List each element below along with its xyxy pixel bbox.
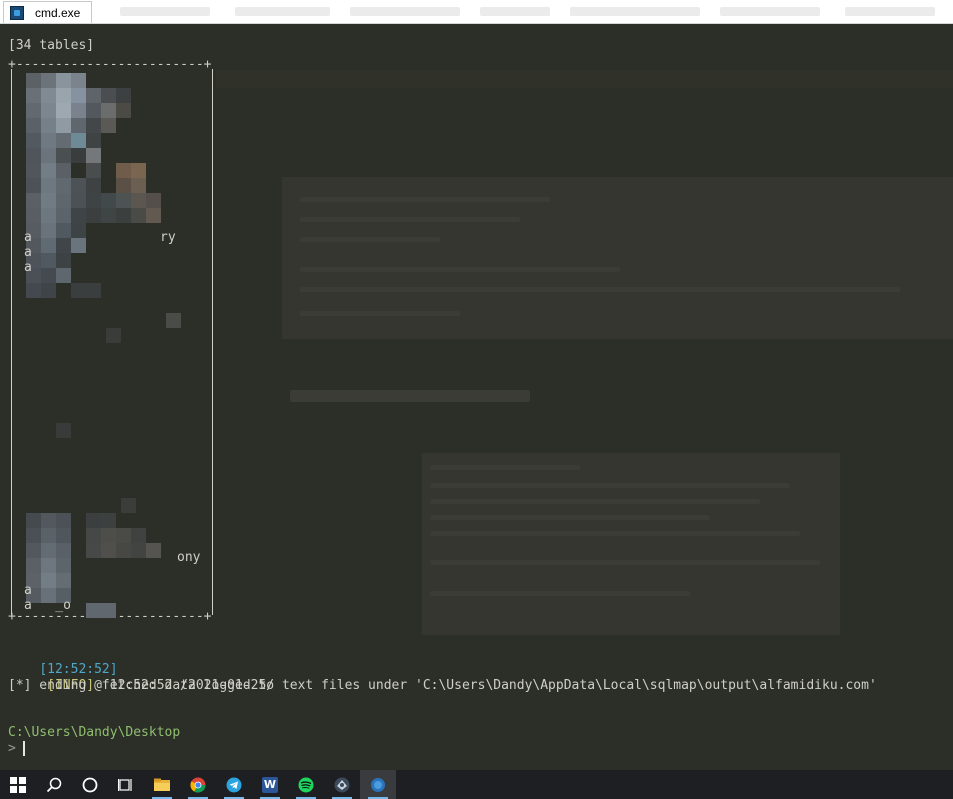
log-timestamp: [12:52:52] [39, 662, 118, 677]
taskbar: W [0, 770, 953, 799]
table-right-border [212, 69, 213, 615]
table-left-border [11, 69, 12, 615]
console-window[interactable]: [34 tables] +------------------------+ +… [0, 25, 953, 770]
folder-icon [154, 778, 170, 791]
search-icon [46, 777, 62, 792]
chrome-icon [190, 777, 206, 793]
table-row-fragment: a _o [24, 598, 71, 613]
start-button[interactable] [0, 770, 36, 799]
tab-cmd[interactable]: cmd.exe [3, 1, 92, 23]
task-view-button[interactable] [108, 770, 144, 799]
prompt-path: C:\Users\Dandy\Desktop [8, 725, 181, 740]
tab-title: cmd.exe [35, 5, 81, 20]
background-tabs-ghost [100, 5, 950, 19]
word-button[interactable]: W [252, 770, 288, 799]
file-explorer-button[interactable] [144, 770, 180, 799]
redacted-table-names [26, 73, 186, 618]
table-row-fragment: ony [177, 550, 201, 565]
windows-logo-icon [10, 776, 26, 793]
title-bar: cmd.exe [0, 0, 953, 24]
bg-ghost-header [216, 70, 953, 88]
telegram-button[interactable] [216, 770, 252, 799]
app-button[interactable] [324, 770, 360, 799]
chrome-button[interactable] [180, 770, 216, 799]
telegram-icon [226, 777, 242, 792]
spotify-icon [298, 777, 314, 792]
cmd-icon [10, 5, 24, 20]
search-button[interactable] [36, 770, 72, 799]
text-cursor [23, 741, 25, 756]
prompt-symbol: > [8, 741, 16, 756]
table-top-border: +------------------------+ [8, 57, 212, 72]
bg-ghost-panel-2 [422, 453, 840, 635]
cortana-circle-icon [82, 777, 98, 792]
task-view-icon [118, 778, 132, 791]
table-row-fragment: a [24, 245, 32, 260]
spotify-button[interactable] [288, 770, 324, 799]
table-row-fragment: a [24, 230, 32, 245]
word-icon: W [262, 776, 278, 793]
tables-count-header: [34 tables] [8, 38, 95, 53]
table-row-fragment: ry [160, 230, 176, 245]
app-icon [334, 777, 350, 792]
ending-line: [*] ending @ 12:52:52 /2021-01-25/ [8, 678, 275, 693]
cmd-taskbar-button[interactable] [360, 770, 396, 799]
cortana-button[interactable] [72, 770, 108, 799]
table-row-fragment: a [24, 260, 32, 275]
table-row-fragment: a [24, 583, 32, 598]
cmd-icon [371, 777, 385, 792]
